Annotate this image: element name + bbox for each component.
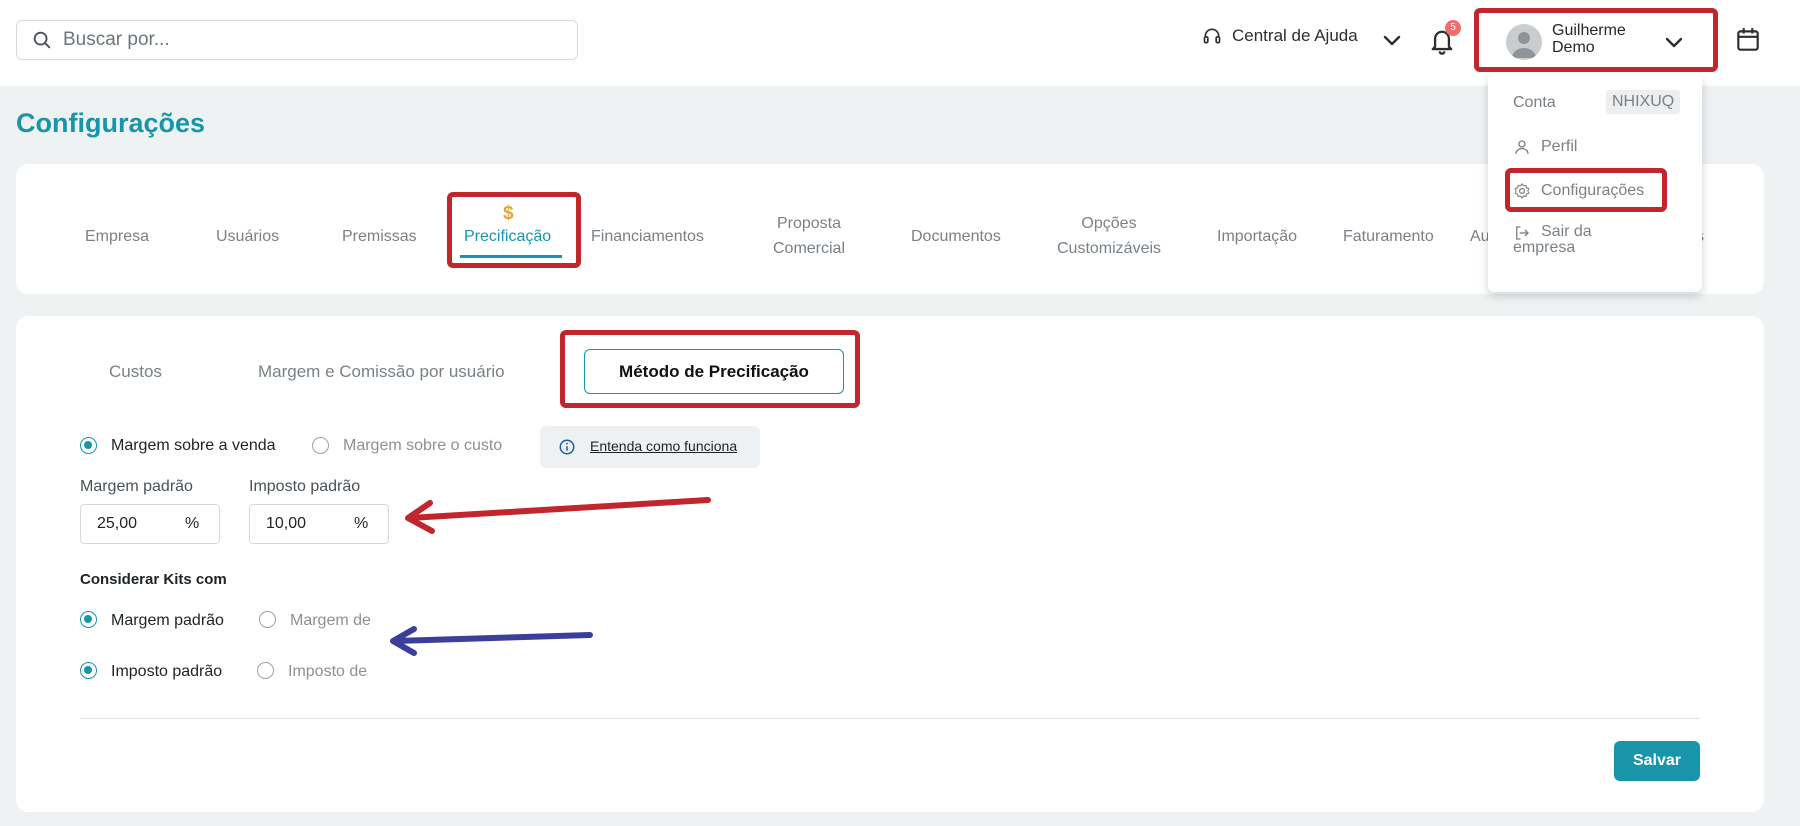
chevron-down-icon <box>1665 37 1683 48</box>
default-tax-field[interactable]: 10,00 % <box>249 504 389 544</box>
user-name-last: Demo <box>1552 39 1595 56</box>
tab-documentos[interactable]: Documentos <box>911 224 1001 249</box>
radio-margem-custo-label: Margem sobre o custo <box>343 437 503 454</box>
menu-item-exit-company[interactable]: Sair da empresa <box>1513 224 1592 256</box>
menu-item-settings[interactable]: Configurações <box>1513 182 1644 200</box>
percent-unit: % <box>354 515 369 532</box>
default-tax-value: 10,00 <box>266 515 307 532</box>
menu-item-exit-line2: empresa <box>1513 239 1576 256</box>
menu-item-settings-label: Configurações <box>1541 182 1645 199</box>
tab-faturamento[interactable]: Faturamento <box>1343 224 1434 249</box>
tab-premissas[interactable]: Premissas <box>342 224 417 249</box>
radio-kits-imposto-padrao-label: Imposto padrão <box>111 663 223 680</box>
radio-kits-margem-de[interactable] <box>259 611 276 628</box>
tab-empresa[interactable]: Empresa <box>85 224 149 249</box>
radio-kits-margem-de-label: Margem de <box>290 612 371 629</box>
radio-margem-venda-label: Margem sobre a venda <box>111 437 276 454</box>
account-code: NHIXUQ <box>1606 90 1681 114</box>
radio-margem-venda[interactable] <box>80 437 97 454</box>
user-name: Guilherme Demo <box>1552 22 1662 56</box>
search-icon <box>33 31 51 49</box>
default-margin-label: Margem padrão <box>80 478 193 495</box>
help-center-link[interactable]: Central de Ajuda <box>1202 26 1358 46</box>
tab-usuarios[interactable]: Usuários <box>216 224 279 249</box>
radio-kits-imposto-de[interactable] <box>257 662 274 679</box>
user-avatar-icon <box>1512 32 1536 58</box>
tab-opcoes-customizaveis[interactable]: Opções Customizáveis <box>1050 211 1168 261</box>
tab-opcoes-line2: Customizáveis <box>1056 240 1162 257</box>
divider <box>80 718 1700 719</box>
subtab-metodo-precificacao[interactable]: Método de Precificação <box>584 349 844 394</box>
avatar <box>1506 24 1542 60</box>
chevron-down-icon[interactable] <box>1380 28 1404 52</box>
gear-icon <box>1514 183 1530 199</box>
calendar-icon[interactable] <box>1735 26 1761 54</box>
menu-item-exit-line1: Sair da <box>1541 223 1592 240</box>
user-menu-button[interactable]: Guilherme Demo <box>1480 12 1712 72</box>
info-box: Entenda como funciona <box>540 426 760 468</box>
default-tax-label: Imposto padrão <box>249 478 361 495</box>
radio-kits-margem-padrao-label: Margem padrão <box>111 612 224 629</box>
page-title: Configurações <box>16 108 206 138</box>
radio-kits-margem-padrao[interactable] <box>80 611 97 628</box>
pricing-settings-card <box>16 316 1764 812</box>
radio-kits-imposto-padrao[interactable] <box>80 662 97 679</box>
notification-badge: 5 <box>1445 20 1461 36</box>
tab-partial-left[interactable]: Au <box>1470 224 1490 249</box>
tab-precificacao[interactable]: Precificação <box>464 224 551 249</box>
account-label: Conta <box>1513 94 1556 111</box>
tab-proposta-line2: Comercial <box>772 240 845 257</box>
menu-item-profile[interactable]: Perfil <box>1513 138 1577 156</box>
tab-importacao[interactable]: Importação <box>1217 224 1297 249</box>
radio-kits-imposto-de-label: Imposto de <box>288 663 368 680</box>
save-button[interactable]: Salvar <box>1614 741 1700 781</box>
default-margin-value: 25,00 <box>97 515 138 532</box>
tab-proposta-comercial[interactable]: Proposta Comercial <box>764 211 854 261</box>
search-input[interactable] <box>63 29 543 51</box>
how-it-works-link[interactable]: Entenda como funciona <box>590 438 737 454</box>
active-tab-indicator <box>460 255 562 258</box>
subtab-custos[interactable]: Custos <box>109 362 162 382</box>
user-name-first: Guilherme <box>1552 22 1626 39</box>
search-box[interactable] <box>16 20 578 60</box>
user-dropdown-menu: Conta NHIXUQ Perfil Configurações Sair d… <box>1488 74 1702 292</box>
percent-unit: % <box>185 515 200 532</box>
help-center-label: Central de Ajuda <box>1232 26 1358 45</box>
tab-proposta-line1: Proposta <box>776 215 842 232</box>
headset-icon <box>1203 28 1221 44</box>
menu-item-profile-label: Perfil <box>1541 138 1578 155</box>
default-margin-field[interactable]: 25,00 % <box>80 504 220 544</box>
tab-opcoes-line1: Opções <box>1081 215 1137 232</box>
info-icon <box>559 439 575 455</box>
radio-margem-custo[interactable] <box>312 437 329 454</box>
dollar-icon: $ <box>503 203 514 224</box>
kits-section-title: Considerar Kits com <box>80 571 227 588</box>
user-icon <box>1515 140 1529 154</box>
tab-financiamentos[interactable]: Financiamentos <box>591 224 704 249</box>
subtab-margem-comissao[interactable]: Margem e Comissão por usuário <box>258 362 505 382</box>
